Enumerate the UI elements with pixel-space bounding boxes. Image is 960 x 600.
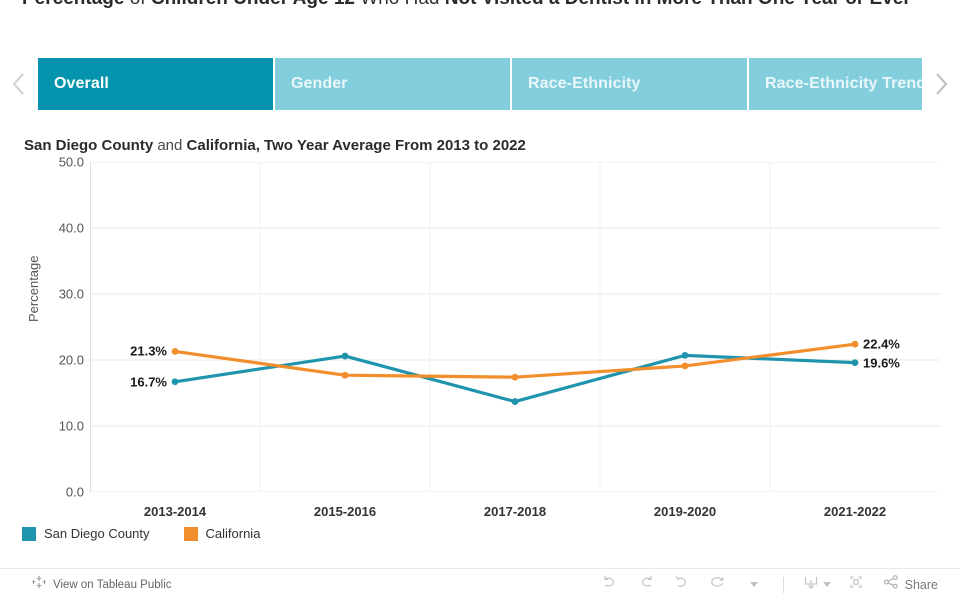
caret-down-icon xyxy=(822,582,831,587)
subtitle-seg-1: and xyxy=(153,137,187,154)
data-point-label: 16.7% xyxy=(130,374,167,390)
legend-label: San Diego County xyxy=(44,526,150,541)
x-axis-tick-label: 2017-2018 xyxy=(483,504,547,519)
y-axis-tick-label: 10.0 xyxy=(58,418,84,434)
revert-button[interactable] xyxy=(665,571,699,599)
redo-icon xyxy=(637,573,655,596)
share-icon xyxy=(883,574,899,595)
caret-down-icon xyxy=(749,582,758,587)
viz-title: Percentage of Children Under Age 12 Who … xyxy=(22,0,952,38)
tab-label: Race-Ethnicity Trend xyxy=(765,75,922,92)
tab-label: Overall xyxy=(54,75,109,92)
data-point[interactable] xyxy=(851,359,859,367)
chart-legend: San Diego County California xyxy=(22,526,260,541)
view-on-tableau-public-label: View on Tableau Public xyxy=(53,578,172,591)
data-point[interactable] xyxy=(681,362,689,370)
y-axis-tick-label: 0.0 xyxy=(65,484,84,500)
legend-item-san-diego-county[interactable]: San Diego County xyxy=(22,526,150,541)
download-icon xyxy=(802,573,820,596)
tableau-viz: Percentage of Children Under Age 12 Who … xyxy=(0,0,960,600)
tab-label: Race-Ethnicity xyxy=(528,75,641,92)
title-seg-4: Not Visited a Dentist in More Than One Y… xyxy=(445,0,911,9)
x-axis-tick-label: 2013-2014 xyxy=(143,504,207,519)
x-axis-tick-label: 2021-2022 xyxy=(823,504,887,519)
y-axis-tick-label: 50.0 xyxy=(58,154,84,170)
x-axis-tick-label: 2019-2020 xyxy=(653,504,717,519)
tab-race-ethnicity[interactable]: Race-Ethnicity xyxy=(512,58,747,110)
tab-next-arrow[interactable] xyxy=(922,58,960,110)
data-point[interactable] xyxy=(511,398,519,405)
data-point[interactable] xyxy=(171,348,179,355)
tab-race-ethnicity-trend[interactable]: Race-Ethnicity Trend xyxy=(749,58,922,110)
tab-label: Gender xyxy=(291,75,348,92)
tab-prev-arrow[interactable] xyxy=(0,58,38,110)
tab-strip: Overall Gender Race-Ethnicity Race-Ethni… xyxy=(0,58,960,110)
data-point-label: 19.6% xyxy=(863,355,900,371)
subtitle-seg-2: California, Two Year Average From 2013 t… xyxy=(186,137,526,154)
refresh-icon xyxy=(709,573,727,596)
share-label: Share xyxy=(904,577,938,592)
data-point[interactable] xyxy=(851,340,859,348)
plot-canvas xyxy=(90,162,940,492)
viz-title-text: Percentage of Children Under Age 12 Who … xyxy=(22,0,952,12)
data-point-label: 21.3% xyxy=(130,343,167,359)
chart-subtitle: San Diego County and California, Two Yea… xyxy=(24,137,526,154)
x-axis-tick-label: 2015-2016 xyxy=(313,504,377,519)
tableau-logo-icon xyxy=(31,575,47,594)
y-axis-ticks: 0.0 10.0 20.0 30.0 40.0 50.0 xyxy=(22,155,84,500)
revert-icon xyxy=(673,573,691,596)
view-on-tableau-public-link[interactable]: View on Tableau Public xyxy=(31,575,172,594)
legend-swatch xyxy=(22,526,36,541)
subtitle-seg-0: San Diego County xyxy=(24,137,154,154)
legend-item-california[interactable]: California xyxy=(183,526,261,541)
undo-icon xyxy=(601,573,619,596)
x-axis-ticks: 2013-2014 2015-2016 2017-2018 2019-2020 2021… xyxy=(90,492,940,522)
title-seg-2: Children Under Age 12 xyxy=(151,0,355,9)
title-seg-1: of xyxy=(124,0,150,9)
toolbar-divider xyxy=(782,576,784,593)
refresh-dropdown-button[interactable] xyxy=(737,571,771,599)
tab-list: Overall Gender Race-Ethnicity Race-Ethni… xyxy=(38,58,922,110)
tab-overall[interactable]: Overall xyxy=(38,58,273,110)
data-point[interactable] xyxy=(341,371,349,379)
refresh-button[interactable] xyxy=(701,571,735,599)
chevron-right-icon xyxy=(933,70,949,98)
fullscreen-button[interactable] xyxy=(839,571,873,599)
title-seg-0: Percentage xyxy=(22,0,124,9)
line-chart: Percentage 0.0 10.0 20.0 30.0 40.0 50.0 2013-… xyxy=(0,155,960,522)
viz-toolbar: View on Tableau Public Share xyxy=(0,568,960,600)
legend-label: California xyxy=(205,526,261,541)
y-axis-tick-label: 20.0 xyxy=(58,352,84,368)
y-axis-tick-label: 30.0 xyxy=(58,286,84,302)
download-button[interactable] xyxy=(796,571,837,599)
data-point[interactable] xyxy=(171,378,179,386)
undo-button[interactable] xyxy=(593,571,627,599)
tab-gender[interactable]: Gender xyxy=(275,58,510,110)
data-point[interactable] xyxy=(681,351,689,359)
data-point-label: 22.4% xyxy=(863,336,900,352)
data-point[interactable] xyxy=(341,352,349,360)
redo-button[interactable] xyxy=(629,571,663,599)
title-seg-3: Who Had xyxy=(355,0,445,9)
chevron-left-icon xyxy=(11,70,27,98)
toolbar-actions: Share xyxy=(593,571,946,599)
y-axis-tick-label: 40.0 xyxy=(58,220,84,236)
share-button[interactable]: Share xyxy=(875,571,946,599)
plot-svg xyxy=(90,162,940,492)
legend-swatch xyxy=(183,526,198,541)
data-point[interactable] xyxy=(511,373,519,381)
fullscreen-icon xyxy=(847,573,865,596)
series-line-1[interactable] xyxy=(173,342,857,379)
